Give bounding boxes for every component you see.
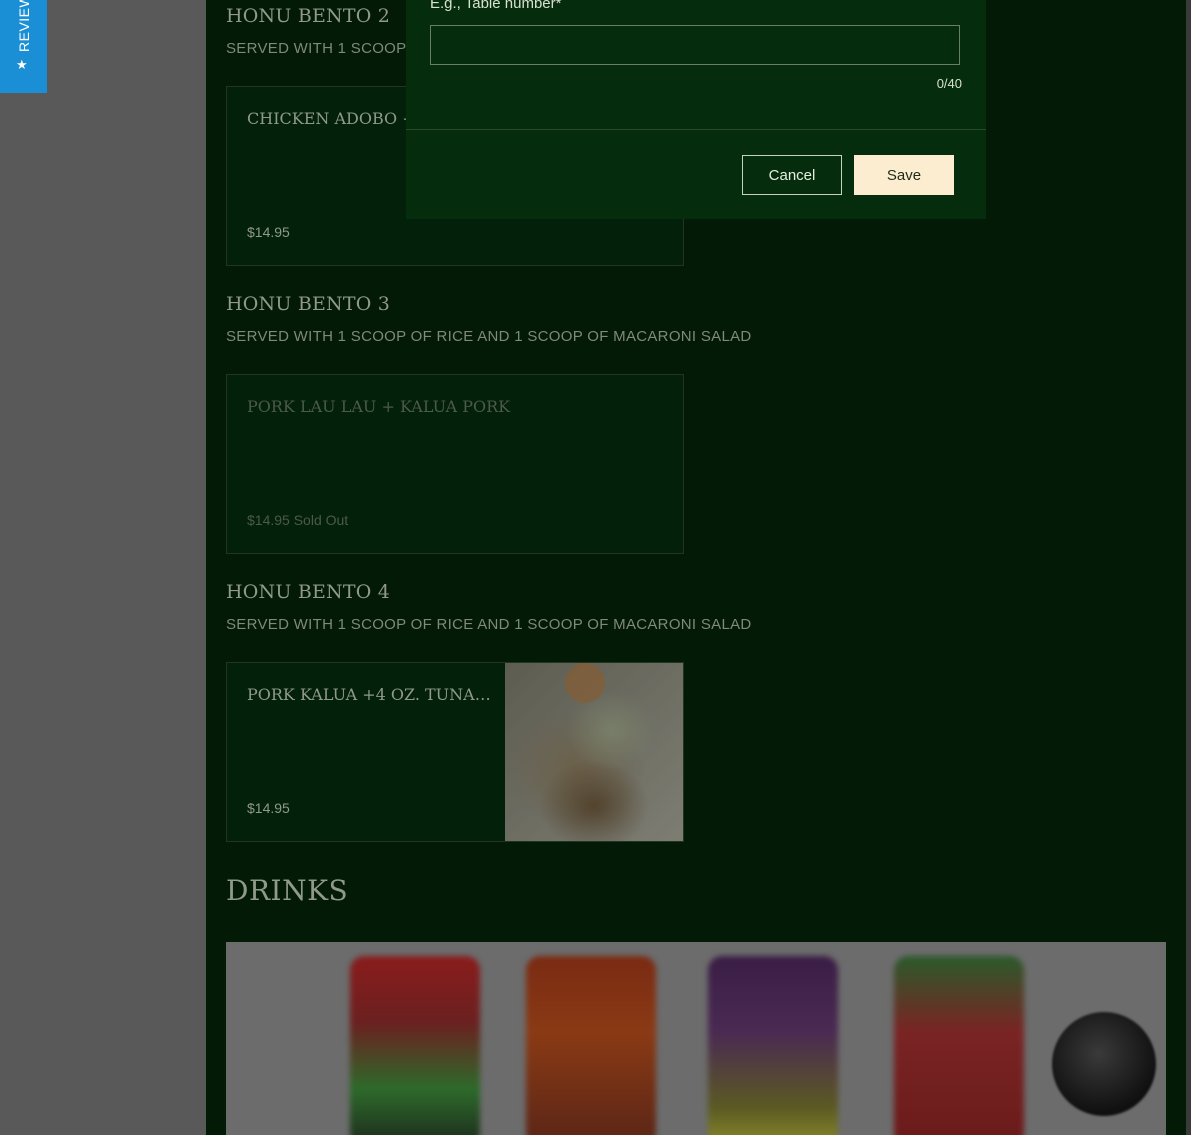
drink-ball-image xyxy=(1052,1012,1156,1116)
menu-item-photo xyxy=(505,663,683,841)
cancel-button[interactable]: Cancel xyxy=(742,155,842,195)
reviews-tab[interactable]: REVIEWS ★ xyxy=(0,0,47,93)
menu-item-card[interactable]: PORK KALUA +4 OZ. TUNA… $14.95 xyxy=(226,662,684,842)
menu-item-name: PORK KALUA +4 OZ. TUNA… xyxy=(247,685,491,704)
scrollbar[interactable] xyxy=(1186,0,1191,1135)
table-number-dialog: E.g., Table number* 0/40 Cancel Save xyxy=(406,0,986,219)
drink-can-image xyxy=(894,956,1024,1135)
menu-item-price: $14.95 xyxy=(247,512,290,528)
dialog-divider xyxy=(406,129,986,130)
section-description: SERVED WITH 1 SCOOP OF RICE AND 1 SCOOP … xyxy=(226,616,752,633)
reviews-tab-label: REVIEWS xyxy=(16,0,32,52)
save-button[interactable]: Save xyxy=(854,155,954,195)
table-number-label: E.g., Table number* xyxy=(430,0,562,12)
drink-can-image xyxy=(526,956,656,1135)
menu-item-card[interactable]: PORK LAU LAU + KALUA PORK $14.95 Sold Ou… xyxy=(226,374,684,554)
drink-can-image xyxy=(708,956,838,1135)
character-counter: 0/40 xyxy=(936,76,962,91)
section-title: HONU BENTO 3 xyxy=(226,293,391,315)
section-title-drinks: DRINKS xyxy=(226,874,349,907)
menu-item-name: PORK LAU LAU + KALUA PORK xyxy=(247,397,511,416)
section-title: HONU BENTO 4 xyxy=(226,581,391,603)
sold-out-label: Sold Out xyxy=(293,512,349,528)
drinks-image[interactable] xyxy=(226,942,1166,1135)
menu-item-price: $14.95 xyxy=(247,800,290,816)
star-icon: ★ xyxy=(16,57,28,72)
section-title: HONU BENTO 2 xyxy=(226,5,391,27)
menu-item-price-status: $14.95 Sold Out xyxy=(247,512,348,528)
section-description: SERVED WITH 1 SCOOP OF RICE AND 1 SCOOP … xyxy=(226,328,752,345)
table-number-input[interactable] xyxy=(430,25,960,65)
drink-can-image xyxy=(350,956,480,1135)
menu-item-price: $14.95 xyxy=(247,224,290,240)
